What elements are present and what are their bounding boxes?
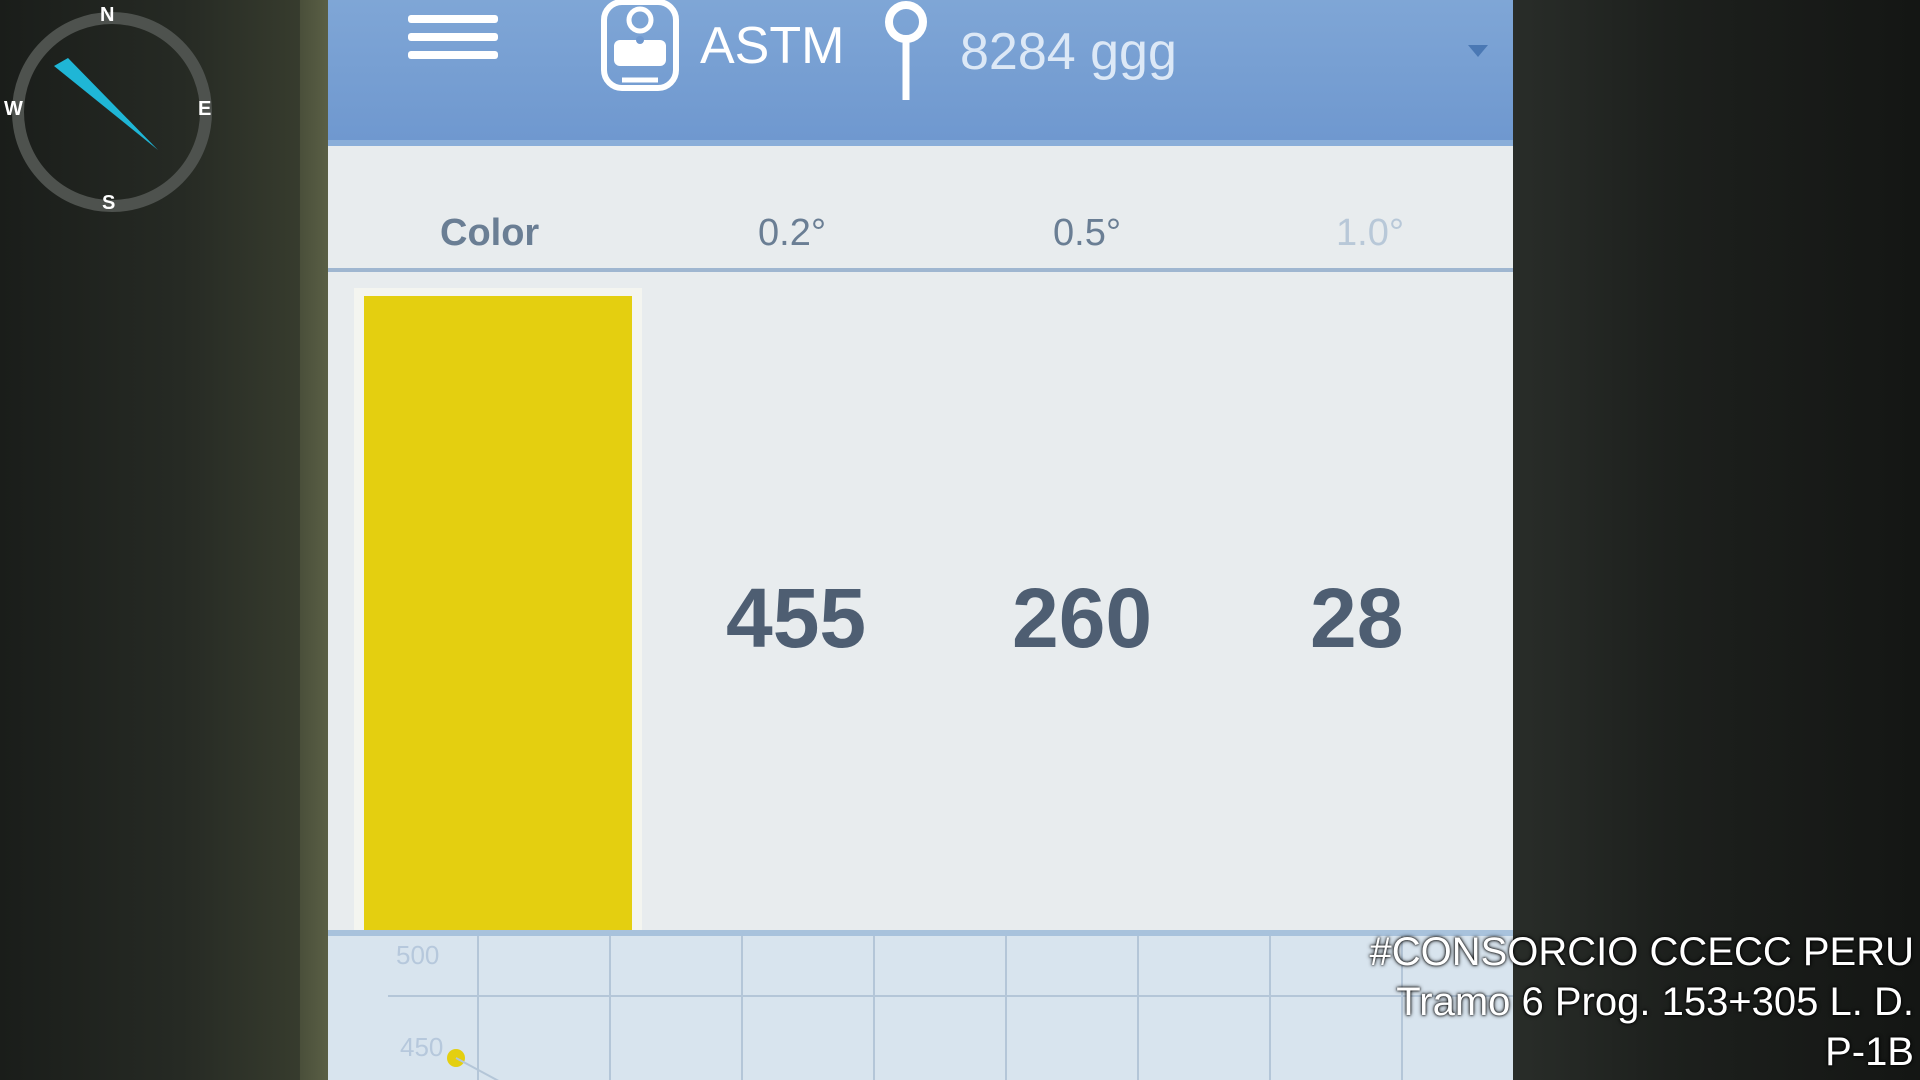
color-swatch (364, 296, 632, 936)
hamburger-menu-icon[interactable] (408, 5, 498, 75)
caret-down-icon[interactable] (1468, 45, 1488, 57)
chart-grid (388, 936, 1513, 1080)
pin-icon[interactable] (876, 0, 936, 102)
compass-west-label: W (4, 98, 23, 120)
glossmeter-device-icon[interactable] (600, 0, 680, 92)
header-0-2deg: 0.2° (758, 212, 827, 254)
background-right (1500, 0, 1920, 1080)
top-bar: ASTM 8284 ggg (328, 0, 1513, 146)
value-0-2deg: 455 (726, 571, 867, 665)
compass-south-label: S (102, 192, 116, 214)
compass-north-label: N (100, 4, 115, 26)
watermark-line-3: P-1B (1825, 1030, 1914, 1074)
header-1-0deg: 1.0° (1336, 212, 1405, 254)
header-0-5deg: 0.5° (1053, 212, 1122, 254)
compass-widget: N E S W (2, 2, 212, 214)
compass-needle-icon (54, 58, 158, 150)
header-divider (328, 268, 1513, 272)
value-0-5deg: 260 (1012, 571, 1153, 665)
watermark-line-1: #CONSORCIO CCECC PERU (1369, 930, 1914, 974)
gloss-reading[interactable]: 8284 ggg (960, 22, 1177, 82)
trend-chart: 500 450 (328, 930, 1513, 1080)
compass-east-label: E (198, 98, 212, 120)
watermark-line-2: Tramo 6 Prog. 153+305 L. D. (1396, 980, 1914, 1024)
header-color: Color (440, 212, 540, 254)
value-1-0deg: 28 (1310, 571, 1404, 665)
standard-label[interactable]: ASTM (700, 16, 844, 76)
y-tick-450: 450 (400, 1032, 444, 1062)
y-tick-500: 500 (396, 940, 440, 970)
device-screen: ASTM 8284 ggg Color 0.2° 0.5° 1.0° 455 2… (328, 0, 1513, 1080)
